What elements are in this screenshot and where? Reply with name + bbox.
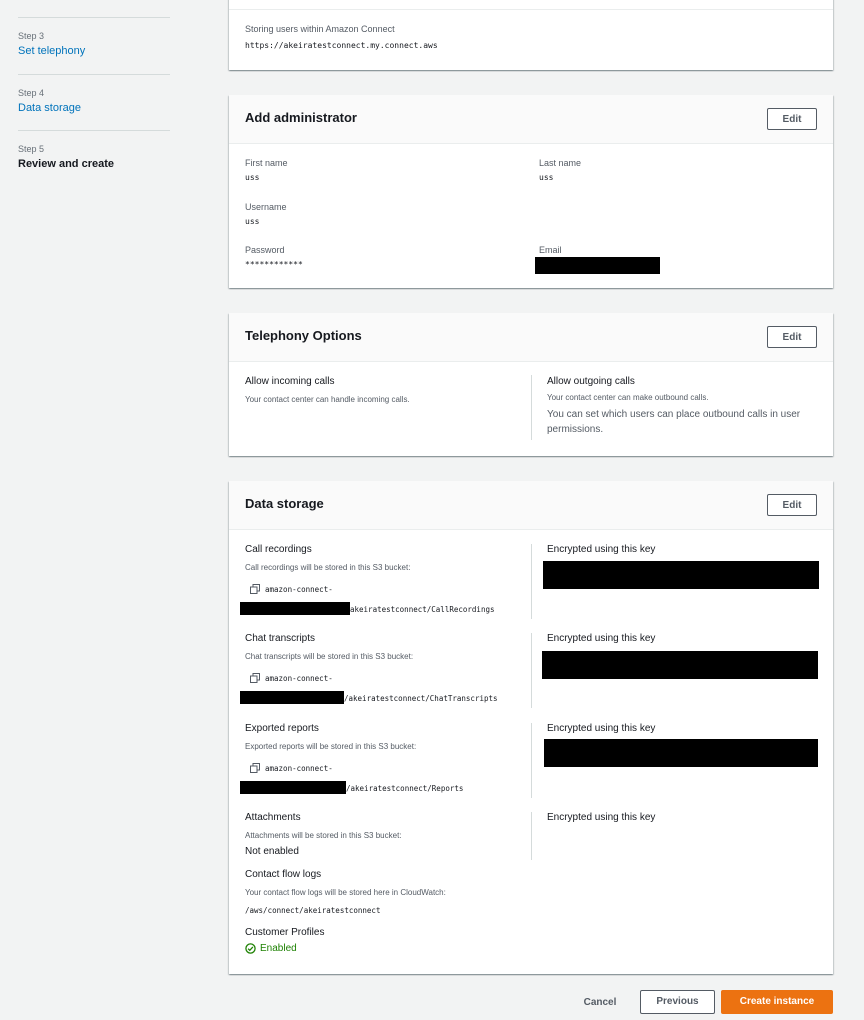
card-title: Add administrator [245,110,357,125]
flow-logs-title: Contact flow logs [245,869,322,880]
flow-logs-desc: Your contact flow logs will be stored he… [245,888,446,897]
outgoing-calls-title: Allow outgoing calls [547,376,635,387]
chat-encryption-label: Encrypted using this key [547,633,656,644]
create-instance-button[interactable]: Create instance [721,990,833,1014]
card-header: Data storage Edit [229,481,833,530]
step-link-set-telephony[interactable]: Set telephony [18,45,85,57]
username-value: uss [245,217,260,226]
wizard-sidebar: Step 3 Set telephony Step 4 Data storage… [0,0,180,1020]
attachments-encryption-label: Encrypted using this key [547,812,656,823]
outgoing-calls-desc: Your contact center can make outbound ca… [547,393,709,402]
reports-encryption-label: Encrypted using this key [547,723,656,734]
column-divider [531,633,532,708]
attachments-title: Attachments [245,812,301,823]
sidebar-divider [18,130,170,131]
admin-card: Add administrator Edit First name uss La… [229,95,833,288]
exported-reports-desc: Exported reports will be stored in this … [245,742,417,751]
card-header: Add administrator Edit [229,95,833,144]
redacted-bucket [240,781,346,794]
identity-card: Storing users within Amazon Connect http… [229,0,833,70]
outgoing-calls-note: You can set which users can place outbou… [547,409,801,435]
redacted-bucket [240,691,344,704]
reports-bucket-prefix: amazon-connect- [265,764,333,773]
chat-bucket-prefix: amazon-connect- [265,674,333,683]
sidebar-divider [18,74,170,75]
chat-bucket-suffix: /akeiratestconnect/ChatTranscripts [344,694,498,703]
card-header-edge [229,0,833,10]
last-name-label: Last name [539,158,582,168]
exported-reports-title: Exported reports [245,723,319,734]
step-number: Step 5 [18,144,45,154]
password-value: ************ [245,260,303,269]
incoming-calls-desc: Your contact center can handle incoming … [245,395,410,404]
call-recordings-desc: Call recordings will be stored in this S… [245,563,411,572]
previous-button[interactable]: Previous [640,990,715,1014]
column-divider [531,544,532,619]
attachments-desc: Attachments will be stored in this S3 bu… [245,831,402,840]
redacted-key [542,651,818,679]
customer-profiles-title: Customer Profiles [245,927,325,938]
card-title: Data storage [245,496,324,511]
column-divider [531,812,532,860]
step-current-review: Review and create [18,158,114,170]
sidebar-step-5: Step 5 Review and create [18,144,114,170]
card-header: Telephony Options Edit [229,313,833,362]
redacted-key [544,739,818,767]
redacted-key [543,561,819,589]
sidebar-step-4[interactable]: Step 4 Data storage [18,88,81,114]
first-name-label: First name [245,158,288,168]
card-title: Telephony Options [245,328,362,343]
copy-icon[interactable] [250,584,260,594]
step-number: Step 3 [18,31,45,41]
email-label: Email [539,245,562,255]
copy-icon[interactable] [250,673,260,683]
edit-data-storage-button[interactable]: Edit [767,494,817,516]
identity-label: Storing users within Amazon Connect [245,24,395,34]
incoming-calls-title: Allow incoming calls [245,376,335,387]
sidebar-step-3[interactable]: Step 3 Set telephony [18,31,85,57]
sidebar-divider [18,17,170,18]
last-name-value: uss [539,173,554,182]
column-divider [531,723,532,798]
customer-profiles-value: Enabled [260,943,297,954]
username-label: Username [245,202,287,212]
flow-logs-path: /aws/connect/akeiratestconnect [245,906,381,915]
chat-transcripts-title: Chat transcripts [245,633,316,644]
copy-icon[interactable] [250,763,260,773]
call-recordings-title: Call recordings [245,544,312,555]
attachments-value: Not enabled [245,846,299,857]
reports-bucket-suffix: /akeiratestconnect/Reports [346,784,464,793]
first-name-value: uss [245,173,260,182]
data-storage-card: Data storage Edit Call recordings Call r… [229,481,833,974]
instance-url: https://akeiratestconnect.my.connect.aws [245,41,438,50]
check-circle-icon [245,943,256,954]
chat-transcripts-desc: Chat transcripts will be stored in this … [245,652,414,661]
telephony-card: Telephony Options Edit Allow incoming ca… [229,313,833,456]
redacted-email [535,257,660,274]
customer-profiles-status: Enabled [245,943,297,954]
call-bucket-suffix: akeiratestconnect/CallRecordings [350,605,495,614]
cancel-button[interactable]: Cancel [574,992,626,1014]
redacted-bucket [240,602,350,615]
step-number: Step 4 [18,88,45,98]
edit-admin-button[interactable]: Edit [767,108,817,130]
password-label: Password [245,245,285,255]
step-link-data-storage[interactable]: Data storage [18,102,81,114]
edit-telephony-button[interactable]: Edit [767,326,817,348]
call-encryption-label: Encrypted using this key [547,544,656,555]
call-bucket-prefix: amazon-connect- [265,585,333,594]
column-divider [531,375,532,440]
